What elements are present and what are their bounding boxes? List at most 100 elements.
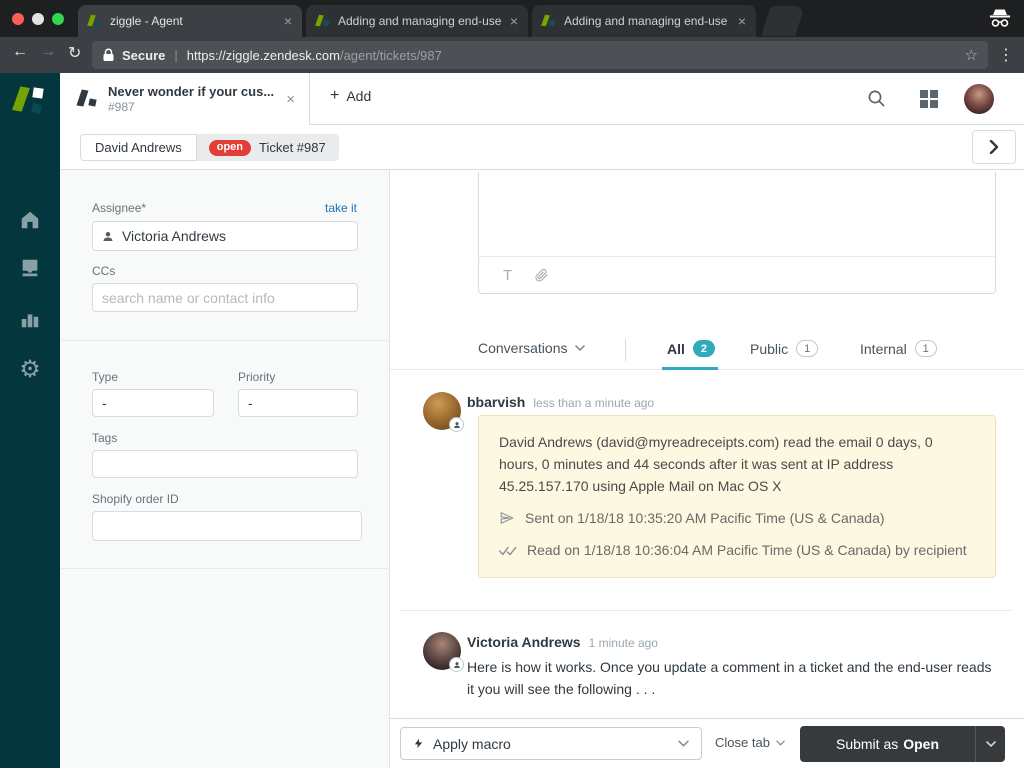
- submit-prefix: Submit as: [836, 736, 898, 752]
- sidebar-item-reports[interactable]: [0, 308, 60, 335]
- reply-composer[interactable]: T: [478, 172, 996, 294]
- shopify-order-input[interactable]: [102, 518, 352, 534]
- read-line: Read on 1/18/18 10:36:04 AM Pacific Time…: [499, 539, 975, 561]
- reply-editor[interactable]: [479, 172, 995, 257]
- tab-public[interactable]: Public 1: [750, 340, 818, 357]
- submit-button-group: Submit as Open: [800, 726, 1005, 762]
- type-label: Type: [92, 370, 118, 384]
- message-author: bbarvish: [467, 394, 525, 410]
- conversation-pane: T Conversations All 2 Public 1 Internal …: [390, 170, 1024, 768]
- attachment-icon[interactable]: [534, 267, 549, 283]
- home-icon: [19, 209, 41, 231]
- apps-grid-icon[interactable]: [920, 90, 938, 108]
- tags-field[interactable]: [92, 450, 358, 478]
- search-button[interactable]: [867, 89, 886, 113]
- sent-text: Sent on 1/18/18 10:35:20 AM Pacific Time…: [525, 510, 885, 526]
- agent-badge-icon: [449, 657, 464, 672]
- ticket-icon: [78, 89, 98, 109]
- url-separator: |: [174, 48, 177, 63]
- assignee-label: Assignee*: [92, 201, 146, 215]
- read-receipt-body: David Andrews (david@myreadreceipts.com)…: [499, 431, 975, 497]
- message-header: Victoria Andrews 1 minute ago: [467, 634, 658, 650]
- sidebar-item-home[interactable]: [0, 209, 60, 236]
- requester-name: David Andrews: [95, 140, 182, 155]
- close-tab-label: Close tab: [715, 735, 770, 750]
- browser-tab-title: Adding and managing end-use: [338, 14, 502, 28]
- ccs-input[interactable]: [102, 290, 348, 306]
- browser-tab-strip: ziggle - Agent × Adding and managing end…: [0, 0, 1024, 37]
- ccs-field[interactable]: [92, 283, 358, 312]
- tags-label: Tags: [92, 431, 117, 445]
- url-path: /agent/tickets/987: [340, 48, 442, 63]
- assignee-field[interactable]: [92, 221, 358, 251]
- message-header: bbarvish less than a minute ago: [467, 394, 654, 410]
- tab-label: All: [667, 341, 685, 357]
- tab-count-badge: 1: [915, 340, 937, 357]
- forward-icon: →: [40, 43, 56, 61]
- window-close-button[interactable]: [12, 13, 24, 25]
- tab-all[interactable]: All 2: [667, 340, 715, 357]
- conversations-label: Conversations: [478, 340, 568, 356]
- priority-label: Priority: [238, 370, 275, 384]
- priority-field[interactable]: [238, 389, 358, 417]
- tab-close-icon[interactable]: ×: [284, 14, 292, 28]
- user-avatar[interactable]: [964, 84, 994, 114]
- ticket-header-row: David Andrews open Ticket #987: [60, 125, 1024, 170]
- assignee-input[interactable]: [122, 228, 348, 244]
- sidebar-item-views[interactable]: [0, 257, 60, 284]
- window-zoom-button[interactable]: [52, 13, 64, 25]
- priority-input[interactable]: [248, 395, 348, 411]
- type-field[interactable]: [92, 389, 214, 417]
- take-it-link[interactable]: take it: [325, 201, 357, 215]
- zendesk-sidebar: ⚙: [0, 73, 60, 768]
- back-icon[interactable]: ←: [12, 43, 28, 61]
- collapse-panel-button[interactable]: [972, 130, 1016, 164]
- person-icon: [102, 230, 114, 243]
- type-input[interactable]: [102, 395, 204, 411]
- window-minimize-button[interactable]: [32, 13, 44, 25]
- avatar-victoria[interactable]: [423, 632, 461, 670]
- address-bar[interactable]: Secure | https://ziggle.zendesk.com/agen…: [92, 41, 988, 69]
- ticket-number-label: Ticket #987: [259, 140, 326, 155]
- browser-tab-title: Adding and managing end-use: [564, 14, 730, 28]
- gear-icon: ⚙: [19, 356, 41, 383]
- zendesk-favicon-icon: [88, 14, 102, 28]
- bookmark-star-icon[interactable]: ☆: [965, 46, 978, 64]
- lock-icon: [102, 48, 115, 62]
- shopify-order-field[interactable]: [92, 511, 362, 541]
- conversations-filter[interactable]: Conversations: [478, 340, 585, 356]
- avatar-bbarvish[interactable]: [423, 392, 461, 430]
- tab-close-icon[interactable]: ×: [738, 14, 746, 28]
- new-tab-button[interactable]: [761, 6, 805, 36]
- tab-label: Public: [750, 341, 788, 357]
- add-ticket-button[interactable]: + Add: [330, 87, 371, 105]
- browser-tab-3[interactable]: Adding and managing end-use ×: [532, 5, 756, 37]
- zendesk-favicon-icon: [542, 14, 556, 28]
- browser-tab-title: ziggle - Agent: [110, 14, 276, 28]
- apply-macro-select[interactable]: Apply macro: [400, 727, 702, 760]
- submit-as-open-button[interactable]: Submit as Open: [800, 726, 975, 762]
- sent-line: Sent on 1/18/18 10:35:20 AM Pacific Time…: [499, 507, 975, 529]
- ticket-footer-bar: Apply macro Close tab Submit as Open: [390, 718, 1024, 768]
- requester-button[interactable]: David Andrews: [80, 134, 197, 161]
- browser-tab-2[interactable]: Adding and managing end-use ×: [306, 5, 528, 37]
- text-format-icon[interactable]: T: [503, 267, 512, 284]
- chevron-down-icon: [776, 740, 785, 746]
- ticket-tab-id: #987: [108, 100, 274, 114]
- tab-close-icon[interactable]: ×: [510, 14, 518, 28]
- ticket-tab-close-icon[interactable]: ×: [286, 91, 295, 108]
- sidebar-item-settings[interactable]: ⚙: [0, 355, 60, 384]
- chevron-down-icon: [986, 741, 996, 747]
- tags-input[interactable]: [102, 456, 348, 472]
- ticket-tab-title: Never wonder if your cus...: [108, 84, 274, 100]
- refresh-icon[interactable]: ↻: [68, 43, 81, 63]
- ticket-crumb[interactable]: open Ticket #987: [197, 134, 339, 161]
- browser-menu-icon[interactable]: ⋮: [998, 45, 1014, 65]
- open-ticket-tab[interactable]: Never wonder if your cus... #987 ×: [60, 73, 310, 125]
- message-author: Victoria Andrews: [467, 634, 581, 650]
- tab-internal[interactable]: Internal 1: [860, 340, 937, 357]
- message-body: Here is how it works. Once you update a …: [467, 656, 992, 700]
- browser-tab-active[interactable]: ziggle - Agent ×: [78, 5, 302, 37]
- close-tab-control[interactable]: Close tab: [715, 735, 785, 750]
- submit-options-button[interactable]: [975, 726, 1005, 762]
